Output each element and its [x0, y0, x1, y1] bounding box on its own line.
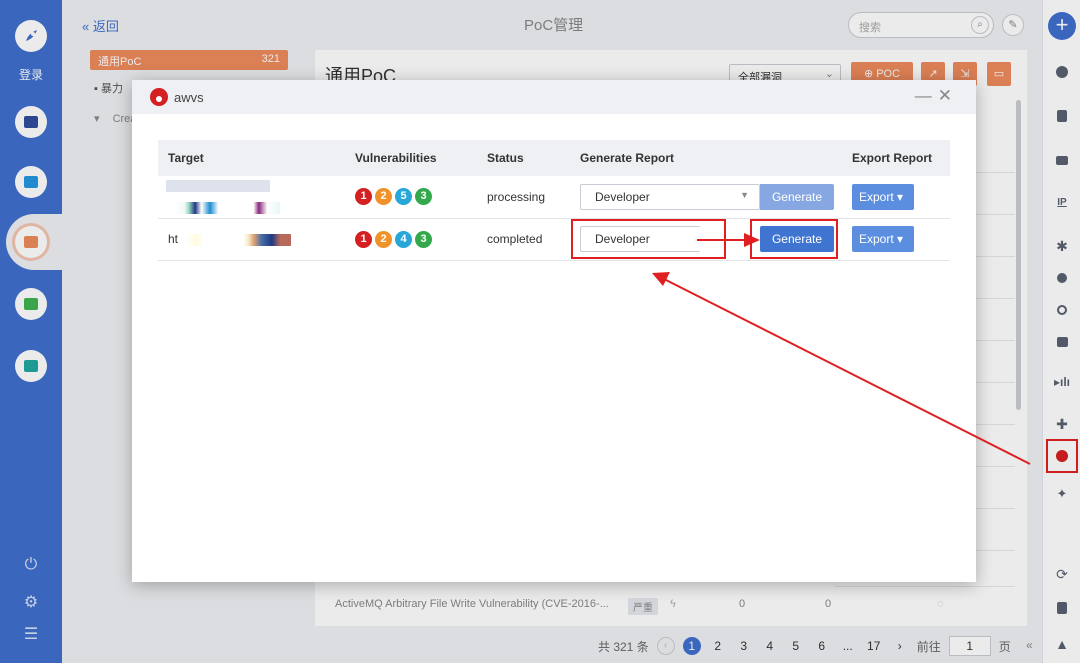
col-export-report: Export Report	[842, 140, 950, 176]
annotation-highlight-select	[571, 219, 726, 259]
col-generate-report: Generate Report	[570, 140, 842, 176]
export-button[interactable]: Export ▾	[852, 226, 914, 252]
status-cell: completed	[477, 218, 570, 261]
modal-title: awvs	[174, 89, 204, 105]
vulnerabilities-cell: 1 2 4 3	[345, 218, 477, 261]
badge-high: 2	[375, 230, 392, 248]
app-root: 登录 ⏻ ⚙ ☰ « 返回 PoC管理 搜索 ⌕ ✎ 通用PoC 321 ▪ 暴…	[0, 0, 1080, 663]
window-controls: —✕	[915, 86, 958, 106]
col-status: Status	[477, 140, 570, 176]
awvs-logo-icon	[150, 88, 168, 106]
export-report-cell: Export ▾	[842, 218, 950, 261]
badge-critical: 1	[355, 188, 372, 206]
badge-low: 3	[415, 188, 432, 206]
generate-report-cell: Developer ▼ Generate	[570, 176, 842, 219]
export-button[interactable]: Export ▾	[852, 183, 914, 210]
close-icon[interactable]: ✕	[938, 86, 958, 105]
table-row: 1 2 5 3 processing Developer ▼ Generate Ex…	[158, 176, 950, 219]
chevron-down-icon: ▼	[740, 189, 749, 200]
export-label: Export	[859, 189, 894, 204]
redaction-block	[166, 179, 270, 192]
badge-medium: 4	[395, 230, 412, 248]
badge-high: 2	[375, 188, 392, 206]
report-type-value: Developer	[595, 189, 650, 204]
col-vulnerabilities: Vulnerabilities	[345, 140, 477, 176]
badge-medium: 5	[395, 188, 412, 206]
minimize-icon[interactable]: —	[915, 86, 938, 105]
report-type-select[interactable]: Developer ▼	[580, 183, 760, 210]
table-header-row: Target Vulnerabilities Status Generate R…	[158, 140, 950, 176]
badge-low: 3	[415, 230, 432, 248]
target-prefix: ht	[168, 232, 179, 246]
col-target: Target	[158, 140, 345, 176]
annotation-highlight-generate	[750, 219, 838, 259]
generate-button[interactable]: Generate	[760, 183, 834, 210]
vulnerabilities-cell: 1 2 5 3	[345, 176, 477, 219]
awvs-modal: awvs —✕ Target Vulnerabilities Status Ge…	[132, 80, 976, 582]
redaction-block	[185, 233, 292, 246]
redacted-target	[166, 179, 345, 214]
target-cell: ht	[158, 218, 345, 261]
target-cell	[158, 176, 345, 219]
status-cell: processing	[477, 176, 570, 219]
vuln-badges: 1 2 5 3	[355, 188, 477, 206]
vuln-badges: 1 2 4 3	[355, 230, 477, 248]
export-label: Export	[859, 232, 894, 246]
redaction-block	[174, 201, 280, 214]
badge-critical: 1	[355, 230, 372, 248]
modal-header: awvs —✕	[132, 80, 976, 114]
export-report-cell: Export ▾	[842, 176, 950, 219]
